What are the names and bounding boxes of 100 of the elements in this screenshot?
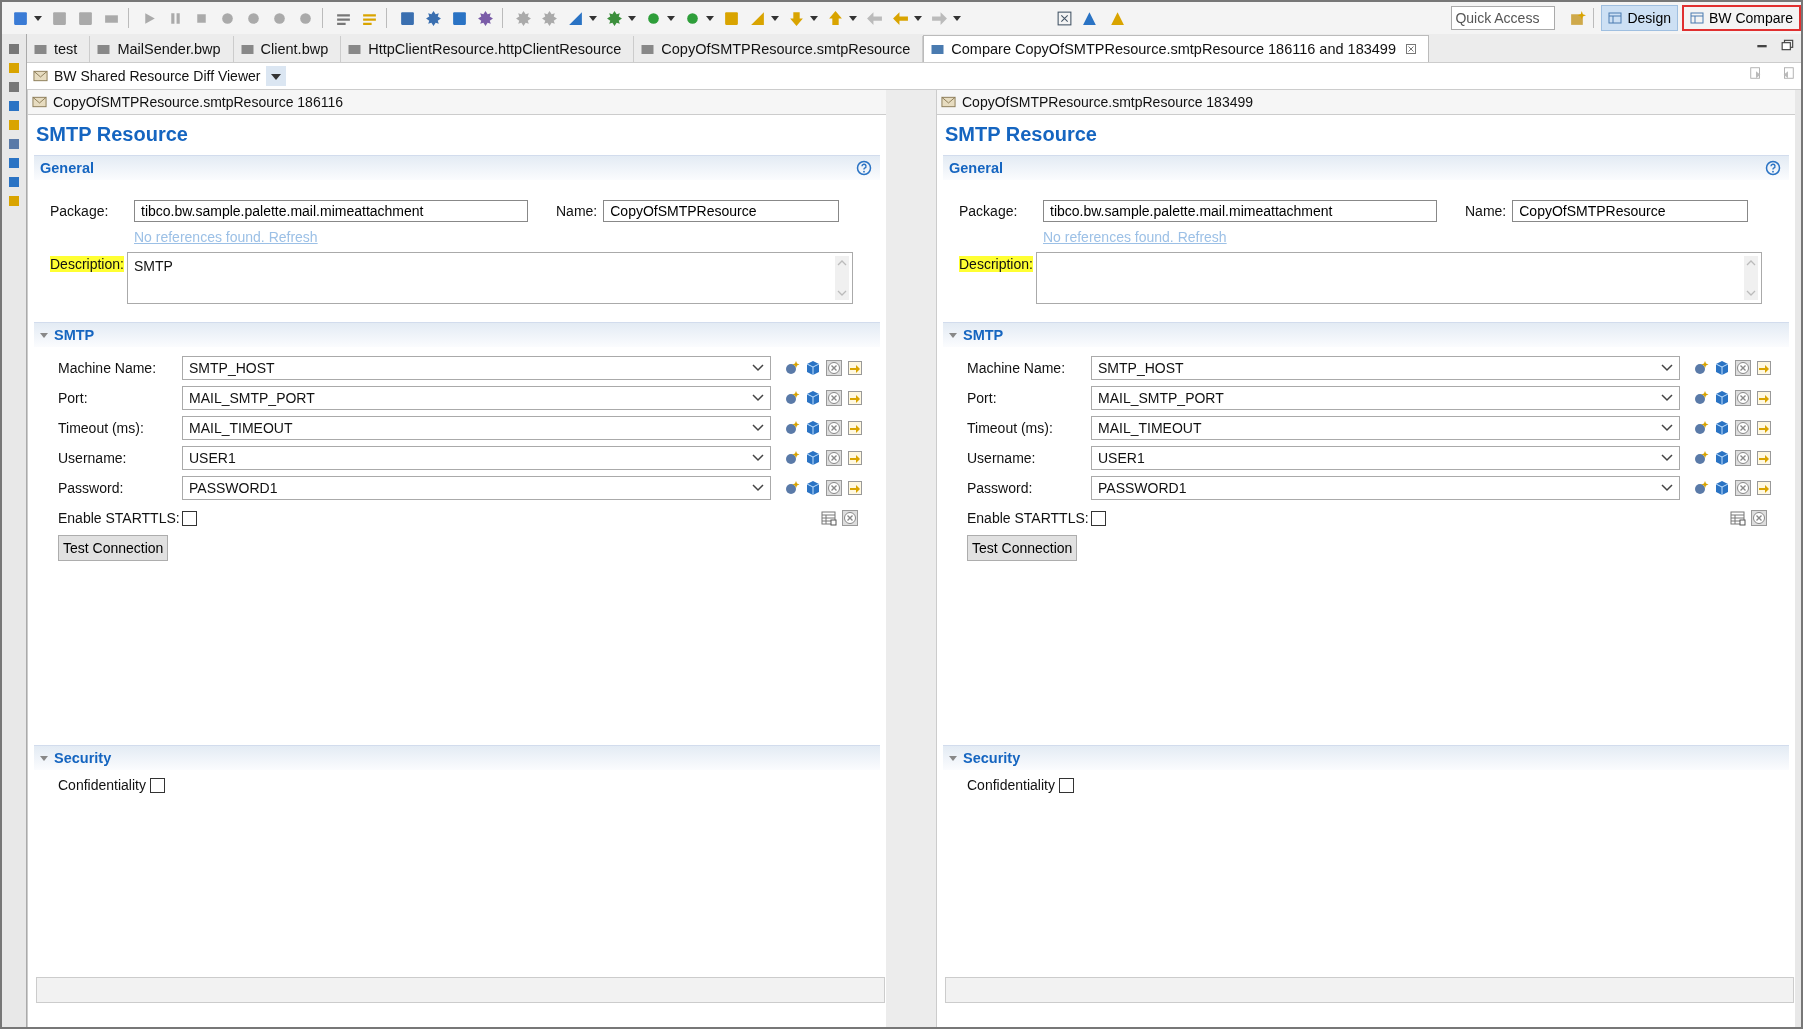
side-icon[interactable] xyxy=(7,175,21,189)
globe-icon[interactable] xyxy=(1693,450,1709,466)
side-icon[interactable] xyxy=(7,80,21,94)
collapse-icon[interactable] xyxy=(949,754,957,762)
editor-tab[interactable]: test xyxy=(27,36,91,62)
dropdown-field[interactable]: PASSWORD1 xyxy=(1091,476,1680,500)
caret-icon[interactable] xyxy=(914,14,922,22)
perspective-button[interactable]: BW Compare xyxy=(1681,5,1801,31)
globe-icon[interactable] xyxy=(784,360,800,376)
chevron-icon[interactable] xyxy=(752,484,764,492)
caret-icon[interactable] xyxy=(953,14,961,22)
cube-icon[interactable] xyxy=(805,390,821,406)
description-field[interactable]: SMTP xyxy=(126,252,853,304)
scrollbar[interactable] xyxy=(36,977,885,1003)
chevron-icon[interactable] xyxy=(752,364,764,372)
chevron-icon[interactable] xyxy=(752,394,764,402)
insert-icon[interactable] xyxy=(847,420,863,436)
clear-icon[interactable] xyxy=(1735,390,1751,406)
globe-icon[interactable] xyxy=(1693,390,1709,406)
insert-icon[interactable] xyxy=(1756,480,1772,496)
collapse-icon[interactable] xyxy=(949,331,957,339)
section-header[interactable]: General xyxy=(943,155,1789,180)
toolbar-icon[interactable] xyxy=(1056,9,1073,27)
insert-icon[interactable] xyxy=(847,480,863,496)
chevron-icon[interactable] xyxy=(752,454,764,462)
caret-icon[interactable] xyxy=(589,14,597,22)
caret-icon[interactable] xyxy=(667,14,675,22)
cube-icon[interactable] xyxy=(1714,450,1730,466)
dropdown-field[interactable]: USER1 xyxy=(182,446,771,470)
cube-icon[interactable] xyxy=(805,480,821,496)
side-icon[interactable] xyxy=(7,194,21,208)
cube-icon[interactable] xyxy=(1714,390,1730,406)
dropdown-field[interactable]: MAIL_SMTP_PORT xyxy=(182,386,771,410)
caret-icon[interactable] xyxy=(706,14,714,22)
close-icon[interactable] xyxy=(1405,44,1416,54)
quick-access-field[interactable]: Quick Access xyxy=(1451,6,1556,30)
side-icon[interactable] xyxy=(7,156,21,170)
checkbox[interactable] xyxy=(1058,777,1074,793)
side-icon[interactable] xyxy=(7,99,21,113)
cube-icon[interactable] xyxy=(805,420,821,436)
toolbar-icon[interactable] xyxy=(451,9,468,27)
toolbar-icon[interactable] xyxy=(1082,9,1099,27)
chevron-icon[interactable] xyxy=(1661,424,1673,432)
table-icon[interactable] xyxy=(1730,510,1746,526)
side-icon[interactable] xyxy=(7,42,21,56)
editor-tab[interactable]: Compare CopyOfSMTPResource.smtpResource 186116 and 183499 xyxy=(923,35,1429,62)
chevron-icon[interactable] xyxy=(1661,484,1673,492)
cube-icon[interactable] xyxy=(805,450,821,466)
clear-icon[interactable] xyxy=(826,390,842,406)
scrollbar[interactable] xyxy=(945,977,1794,1003)
toolbar-icon[interactable] xyxy=(12,9,29,27)
dropdown-field[interactable]: USER1 xyxy=(1091,446,1680,470)
open-perspective-icon[interactable] xyxy=(1569,9,1587,27)
globe-icon[interactable] xyxy=(1693,360,1709,376)
caret-icon[interactable] xyxy=(849,14,857,22)
caret-icon[interactable] xyxy=(810,14,818,22)
collapse-icon[interactable] xyxy=(40,331,48,339)
section-header[interactable]: Security xyxy=(943,745,1789,770)
insert-icon[interactable] xyxy=(1756,450,1772,466)
globe-icon[interactable] xyxy=(784,390,800,406)
cube-icon[interactable] xyxy=(805,360,821,376)
caret-icon[interactable] xyxy=(771,14,779,22)
globe-icon[interactable] xyxy=(1693,420,1709,436)
insert-icon[interactable] xyxy=(847,390,863,406)
toolbar-icon[interactable] xyxy=(425,9,442,27)
globe-icon[interactable] xyxy=(784,480,800,496)
clear-icon[interactable] xyxy=(842,510,858,526)
test-connection-button[interactable]: Test Connection xyxy=(58,535,169,561)
clear-icon[interactable] xyxy=(1735,360,1751,376)
clear-icon[interactable] xyxy=(1751,510,1767,526)
checkbox[interactable] xyxy=(1091,510,1106,526)
checkbox[interactable] xyxy=(149,777,165,793)
clear-icon[interactable] xyxy=(826,480,842,496)
package-field[interactable]: tibco.bw.sample.palette.mail.mimeattachment xyxy=(134,200,528,222)
toolbar-icon[interactable] xyxy=(477,9,494,27)
side-icon[interactable] xyxy=(7,118,21,132)
dropdown-field[interactable]: SMTP_HOST xyxy=(1091,356,1680,380)
toolbar-icon[interactable] xyxy=(399,9,416,27)
package-field[interactable]: tibco.bw.sample.palette.mail.mimeattachment xyxy=(1043,200,1437,222)
chevron-icon[interactable] xyxy=(1661,394,1673,402)
scrollbar[interactable] xyxy=(1743,256,1758,300)
caret-icon[interactable] xyxy=(34,14,42,22)
section-header[interactable]: General xyxy=(34,155,880,180)
chevron-icon[interactable] xyxy=(752,424,764,432)
cube-icon[interactable] xyxy=(1714,480,1730,496)
table-icon[interactable] xyxy=(821,510,837,526)
clear-icon[interactable] xyxy=(1735,450,1751,466)
side-icon[interactable] xyxy=(7,137,21,151)
globe-icon[interactable] xyxy=(1693,480,1709,496)
editor-tab[interactable]: Client.bwp xyxy=(233,36,342,62)
scrollbar[interactable] xyxy=(834,256,849,300)
globe-icon[interactable] xyxy=(784,450,800,466)
dropdown-field[interactable]: PASSWORD1 xyxy=(182,476,771,500)
insert-icon[interactable] xyxy=(847,450,863,466)
chevron-icon[interactable] xyxy=(1661,454,1673,462)
editor-tab[interactable]: MailSender.bwp xyxy=(90,36,234,62)
toolbar-icon[interactable] xyxy=(606,9,623,27)
cube-icon[interactable] xyxy=(1714,420,1730,436)
globe-icon[interactable] xyxy=(784,420,800,436)
insert-icon[interactable] xyxy=(1756,390,1772,406)
